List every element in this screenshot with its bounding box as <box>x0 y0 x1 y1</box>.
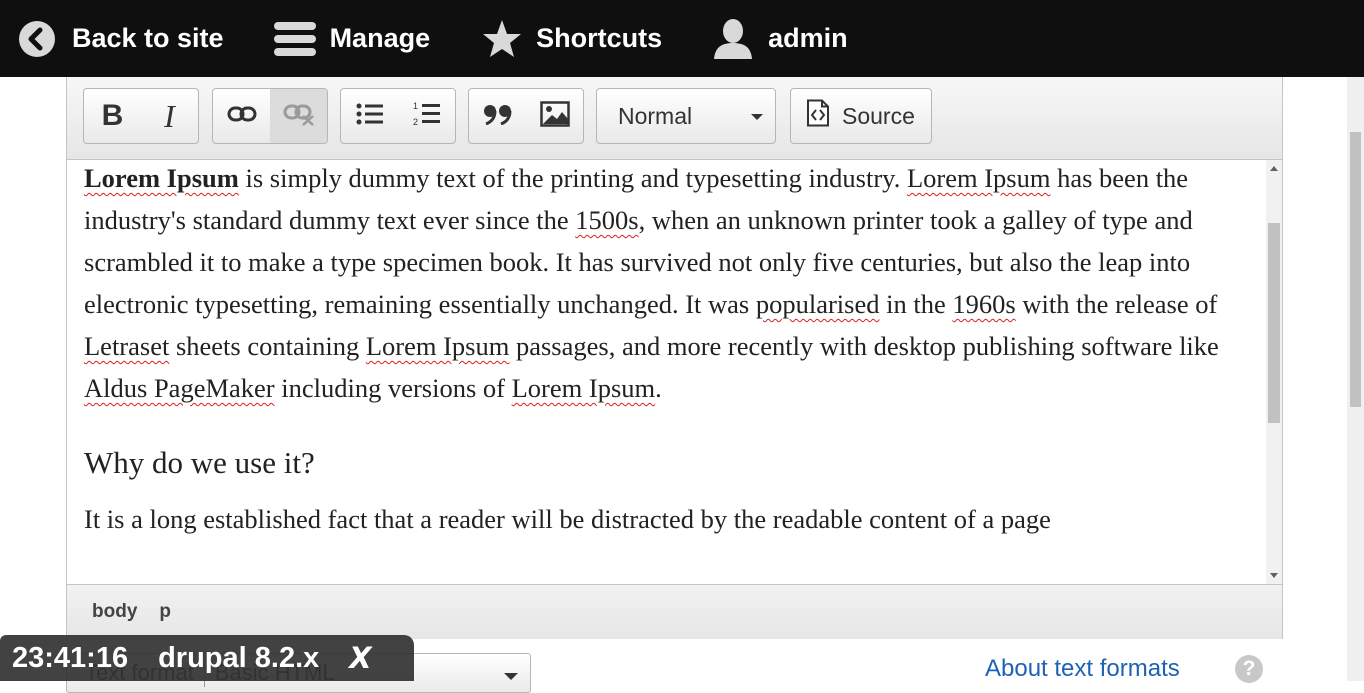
text: passages, and more recently with desktop… <box>509 331 1219 361</box>
svg-text:1: 1 <box>413 101 418 111</box>
version-label: drupal 8.2.x <box>158 641 320 674</box>
misspelled-word: Aldus PageMaker <box>84 373 275 403</box>
shortcuts-label: Shortcuts <box>536 23 663 53</box>
text: with the release of <box>1015 289 1218 319</box>
star-icon <box>482 19 522 59</box>
paragraph-2[interactable]: It is a long established fact that a rea… <box>84 498 1264 540</box>
unlink-icon <box>283 102 315 131</box>
misspelled-word: Lorem Ipsum <box>511 373 656 403</box>
element-path-bar: body p <box>67 584 1282 639</box>
block-group <box>468 88 584 144</box>
paragraph-1[interactable]: Lorem Ipsum is simply dummy text of the … <box>84 160 1264 409</box>
user-menu[interactable]: admin <box>714 0 848 77</box>
misspelled-word: Lorem Ipsum <box>365 331 510 361</box>
path-item-p[interactable]: p <box>159 601 171 623</box>
misspelled-word: 1960s <box>952 289 1016 319</box>
back-to-site-link[interactable]: Back to site <box>18 0 224 77</box>
numbered-list-icon: 1 2 <box>413 101 441 132</box>
admin-toolbar: Back to site Manage Shortcuts admin <box>0 0 1364 77</box>
italic-icon: I <box>164 97 175 134</box>
rich-text-editor: B I 1 2 Normal Source Lorem Ipsum is sim… <box>66 77 1283 639</box>
text: is simply dummy text of the printing and… <box>238 163 907 193</box>
bold-text: Lorem Ipsum <box>84 163 239 193</box>
misspelled-word: Lorem Ipsum <box>906 163 1051 193</box>
italic-button[interactable]: I <box>141 89 198 143</box>
source-button[interactable]: Source <box>790 88 932 144</box>
editor-content-area[interactable]: Lorem Ipsum is simply dummy text of the … <box>67 160 1282 584</box>
link-group <box>212 88 328 144</box>
close-icon[interactable]: X <box>349 641 371 675</box>
editor-toolbar: B I 1 2 Normal Source <box>67 77 1282 160</box>
scroll-up-arrow-icon[interactable] <box>1270 166 1278 171</box>
editor-scrollbar[interactable] <box>1266 160 1282 584</box>
basic-styles-group: B I <box>83 88 199 144</box>
quote-icon <box>483 103 513 130</box>
help-icon[interactable]: ? <box>1235 655 1263 683</box>
link-icon <box>227 104 257 129</box>
image-button[interactable] <box>526 89 583 143</box>
numbered-list-button[interactable]: 1 2 <box>398 89 455 143</box>
bold-button[interactable]: B <box>84 89 141 143</box>
about-text-formats-link[interactable]: About text formats <box>985 655 1180 683</box>
bold-icon: B <box>101 99 124 132</box>
misspelled-word: popularised <box>755 289 880 319</box>
bulleted-list-icon <box>356 102 384 131</box>
paragraph-format-value: Normal <box>618 102 693 129</box>
text: sheets containing <box>169 331 366 361</box>
text: in the <box>879 289 953 319</box>
page-scrollbar[interactable] <box>1347 77 1364 681</box>
unlink-button[interactable] <box>270 89 327 143</box>
shortcuts-menu[interactable]: Shortcuts <box>482 0 662 77</box>
manage-label: Manage <box>329 23 431 53</box>
source-icon <box>806 99 830 133</box>
chevron-down-icon <box>751 114 763 120</box>
editor-document[interactable]: Lorem Ipsum is simply dummy text of the … <box>84 160 1264 540</box>
link-button[interactable] <box>213 89 270 143</box>
chevron-down-icon <box>504 673 518 680</box>
hamburger-icon <box>273 20 316 58</box>
list-group: 1 2 <box>340 88 456 144</box>
content-heading[interactable]: Why do we use it? <box>84 409 1264 498</box>
misspelled-word: Letraset <box>84 331 170 361</box>
paragraph-format-dropdown[interactable]: Normal <box>596 88 776 144</box>
user-label: admin <box>768 23 848 53</box>
editor-scrollbar-thumb[interactable] <box>1268 223 1280 423</box>
path-item-body[interactable]: body <box>92 601 137 623</box>
image-icon <box>539 100 570 132</box>
manage-menu[interactable]: Manage <box>273 0 431 77</box>
scroll-down-arrow-icon[interactable] <box>1270 573 1278 578</box>
source-label: Source <box>842 102 915 129</box>
environment-overlay: 23:41:16 drupal 8.2.x X <box>0 635 414 681</box>
user-icon <box>714 18 753 59</box>
page-scrollbar-thumb[interactable] <box>1350 132 1361 407</box>
bulleted-list-button[interactable] <box>341 89 398 143</box>
back-to-site-label: Back to site <box>72 23 224 53</box>
blockquote-button[interactable] <box>469 89 526 143</box>
svg-text:2: 2 <box>413 117 418 127</box>
text: including versions of <box>274 373 512 403</box>
back-arrow-icon <box>18 20 56 58</box>
misspelled-word: 1500s <box>575 205 639 235</box>
clock-time: 23:41:16 <box>12 641 129 674</box>
text: . <box>655 373 662 403</box>
